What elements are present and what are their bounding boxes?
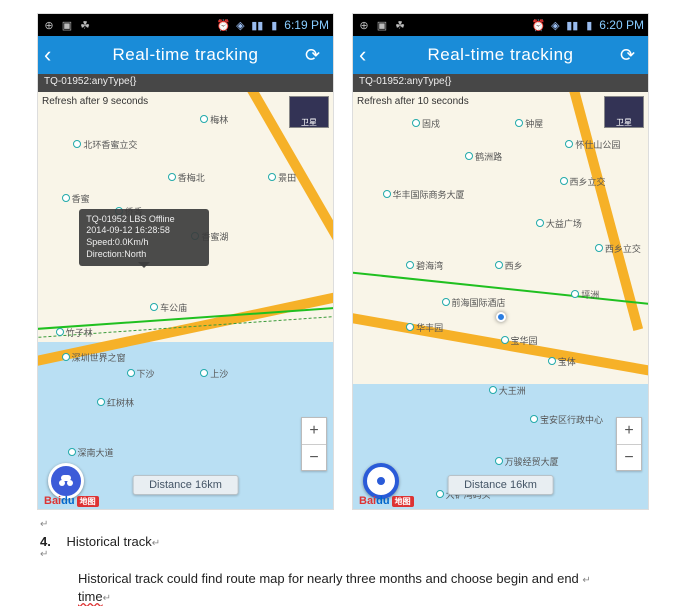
callout-line1: TQ-01952 LBS Offline [86, 214, 202, 226]
poi-label: 宝体 [548, 355, 576, 368]
poi-label: 深圳世界之窗 [62, 351, 126, 364]
refresh-button[interactable]: ⟳ [620, 45, 642, 66]
refresh-button[interactable]: ⟳ [305, 45, 327, 66]
wechat-icon: ☘ [78, 18, 92, 32]
alarm-icon: ⏰ [531, 18, 545, 32]
poi-label: 宝安区行政中心 [530, 413, 603, 426]
zoom-out-button[interactable]: − [302, 444, 326, 470]
locate-button[interactable] [48, 463, 84, 499]
poi-label: 碧海湾 [406, 259, 443, 272]
status-bar: ⊕ ▣ ☘ ⏰ ◈ ▮▮ ▮ 6:20 PM [353, 14, 648, 36]
image-icon: ▣ [60, 18, 74, 32]
poi-label: 深南大道 [68, 446, 114, 459]
poi-label: 怀仕山公园 [565, 138, 620, 151]
clock: 6:19 PM [284, 18, 329, 32]
poi-label: 香梅北 [168, 171, 205, 184]
poi-label: 钟屋 [515, 117, 543, 130]
distance-chip: Distance 16km [132, 475, 239, 495]
status-bar: ⊕ ▣ ☘ ⏰ ◈ ▮▮ ▮ 6:19 PM [38, 14, 333, 36]
doc-text-tail: time [78, 589, 103, 604]
back-button[interactable]: ‹ [359, 44, 381, 66]
doc-text: Historical track could find route map fo… [78, 571, 582, 586]
alarm-icon: ⏰ [216, 18, 230, 32]
locate-button[interactable] [363, 463, 399, 499]
page-title: Real-time tracking [381, 45, 620, 65]
poi-label: 大王洲 [489, 384, 526, 397]
wifi-icon: ◈ [233, 18, 247, 32]
phone-right: ⊕ ▣ ☘ ⏰ ◈ ▮▮ ▮ 6:20 PM ‹ Real-time track… [353, 14, 648, 509]
back-button[interactable]: ‹ [44, 44, 66, 66]
poi-label: 西乡立交 [595, 242, 641, 255]
zoom-in-button[interactable]: + [617, 418, 641, 444]
poi-label: 西乡立交 [560, 175, 606, 188]
poi-label: 鹤洲路 [465, 150, 502, 163]
poi-label: 固戍 [412, 117, 440, 130]
phone-left: ⊕ ▣ ☘ ⏰ ◈ ▮▮ ▮ 6:19 PM ‹ Real-time track… [38, 14, 333, 509]
callout-line3: Speed:0.0Km/h Direction:North [86, 237, 202, 260]
list-item-4: Historical track↵ [0, 530, 687, 549]
poi-label: 华丰国际商务大厦 [383, 188, 465, 201]
distance-chip: Distance 16km [447, 475, 554, 495]
poi-label: 梅林 [200, 113, 228, 126]
map[interactable]: Refresh after 10 seconds 卫星 固戍 钟屋 怀仕山公园 … [353, 92, 648, 509]
map-attribution: Baidu地图 [44, 495, 99, 507]
poi-label: 车公庙 [150, 301, 187, 314]
wechat-icon: ☘ [393, 18, 407, 32]
poi-label: 竹子林 [56, 326, 93, 339]
zoom-control: + − [301, 417, 327, 471]
signal-icon: ▮▮ [565, 18, 579, 32]
return-glyph: ↵ [0, 519, 687, 530]
satellite-toggle[interactable]: 卫星 [604, 96, 644, 128]
app-header: ‹ Real-time tracking ⟳ [353, 36, 648, 74]
zoom-control: + − [616, 417, 642, 471]
expand-icon: ⊕ [357, 18, 371, 32]
poi-label: 华丰园 [406, 321, 443, 334]
battery-icon: ▮ [582, 18, 596, 32]
signal-icon: ▮▮ [250, 18, 264, 32]
poi-label: 景田 [268, 171, 296, 184]
return-glyph: ↵ [0, 549, 687, 560]
doc-paragraph: Historical track could find route map fo… [0, 560, 687, 606]
poi-label: 北环香蜜立交 [73, 138, 137, 151]
callout-line2: 2014-09-12 16:28:58 [86, 225, 202, 237]
expand-icon: ⊕ [42, 18, 56, 32]
device-subtitle: TQ-01952:anyType{} [353, 74, 648, 92]
battery-icon: ▮ [267, 18, 281, 32]
clock: 6:20 PM [599, 18, 644, 32]
zoom-out-button[interactable]: − [617, 444, 641, 470]
wifi-icon: ◈ [548, 18, 562, 32]
app-header: ‹ Real-time tracking ⟳ [38, 36, 333, 74]
refresh-countdown: Refresh after 10 seconds [357, 96, 469, 107]
list-item-title: Historical track [66, 534, 151, 549]
poi-label: 下沙 [127, 367, 155, 380]
poi-label: 宝华园 [501, 334, 538, 347]
current-position-icon [496, 312, 506, 322]
poi-label: 香蜜 [62, 192, 90, 205]
poi-label: 西乡 [495, 259, 523, 272]
satellite-toggle[interactable]: 卫星 [289, 96, 329, 128]
zoom-in-button[interactable]: + [302, 418, 326, 444]
poi-label: 坪洲 [571, 288, 599, 301]
page-title: Real-time tracking [66, 45, 305, 65]
tracker-callout: TQ-01952 LBS Offline 2014-09-12 16:28:58… [79, 209, 209, 266]
poi-label: 万骏经贸大厦 [495, 455, 559, 468]
image-icon: ▣ [375, 18, 389, 32]
map-attribution: Baidu地图 [359, 495, 414, 507]
device-subtitle: TQ-01952:anyType{} [38, 74, 333, 92]
refresh-countdown: Refresh after 9 seconds [42, 96, 148, 107]
poi-label: 前海国际酒店 [442, 296, 506, 309]
poi-label: 红树林 [97, 396, 134, 409]
map[interactable]: Refresh after 9 seconds 卫星 梅林 北环香蜜立交 香梅北… [38, 92, 333, 509]
poi-label: 上沙 [200, 367, 228, 380]
poi-label: 大益广场 [536, 217, 582, 230]
